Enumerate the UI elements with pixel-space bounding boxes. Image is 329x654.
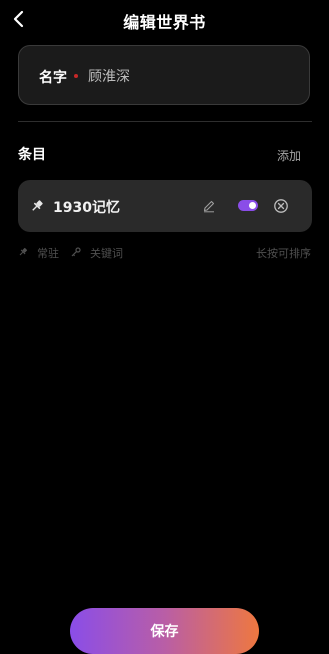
legend-row: 常驻 关键词 长按可排序 bbox=[18, 245, 312, 261]
legend-resident-label: 常驻 bbox=[37, 247, 59, 260]
required-indicator bbox=[74, 74, 78, 78]
name-label: 名字 bbox=[39, 70, 67, 86]
pin-icon bbox=[32, 200, 43, 211]
section-divider bbox=[18, 121, 312, 122]
toggle-knob bbox=[249, 202, 256, 209]
entry-name: 1930记忆 bbox=[53, 200, 120, 216]
entry-enabled-toggle[interactable] bbox=[238, 200, 258, 211]
entries-section-title: 条目 bbox=[18, 147, 46, 163]
name-field-card: 名字 bbox=[18, 45, 310, 105]
legend-keyword-label: 关键词 bbox=[90, 247, 123, 260]
pin-icon bbox=[19, 247, 28, 256]
list-item[interactable]: 1930记忆 bbox=[18, 180, 312, 232]
page-title: 编辑世界书 bbox=[123, 13, 206, 32]
name-input[interactable] bbox=[88, 64, 288, 88]
header-bar: 编辑世界书 bbox=[0, 0, 329, 40]
add-entry-button[interactable]: 添加 bbox=[277, 147, 301, 164]
save-button[interactable]: 保存 bbox=[70, 608, 259, 654]
sort-hint: 长按可排序 bbox=[256, 247, 311, 260]
remove-circle-icon[interactable] bbox=[273, 198, 289, 214]
key-icon bbox=[71, 247, 81, 257]
edit-icon[interactable] bbox=[202, 199, 216, 213]
